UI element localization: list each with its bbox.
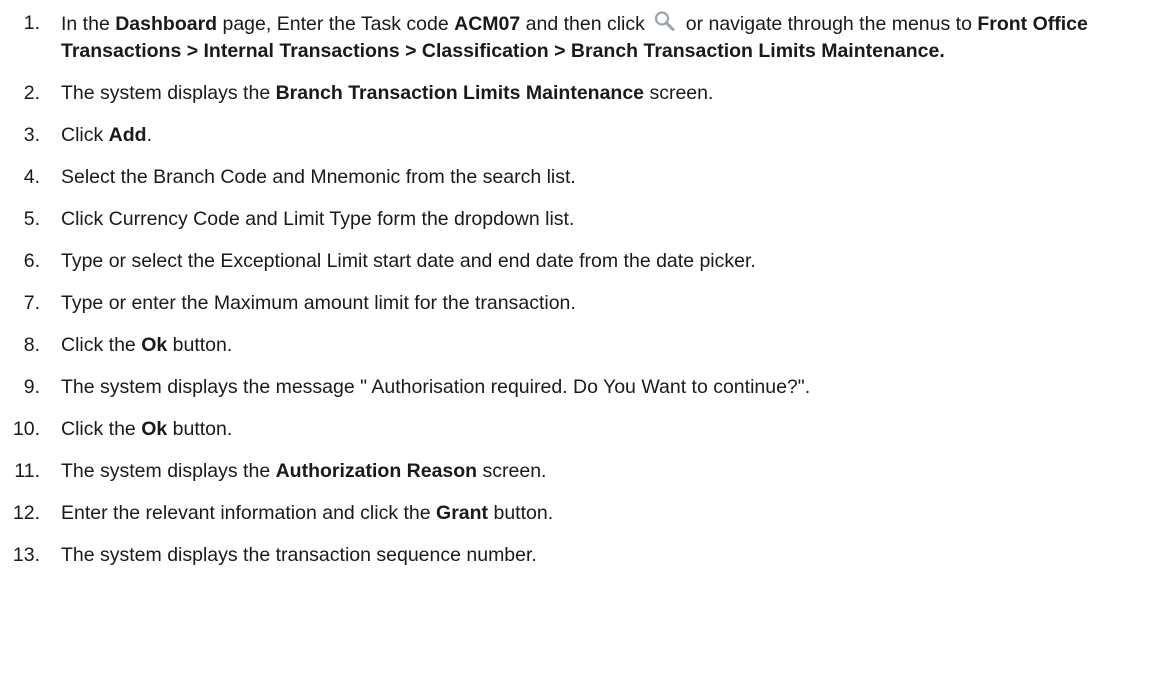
list-item: 9. The system displays the message " Auth… bbox=[0, 374, 1150, 401]
step-text: Enter the relevant information and click… bbox=[61, 502, 553, 524]
list-item: 4. Select the Branch Code and Mnemonic fr… bbox=[0, 164, 1150, 191]
step-text-segment: The system displays the transaction sequ… bbox=[61, 544, 537, 566]
step-text: The system displays the message " Author… bbox=[61, 376, 810, 398]
list-item: 13. The system displays the transaction s… bbox=[0, 542, 1150, 569]
step-number: 12. bbox=[12, 502, 40, 524]
list-item: 5. Click Currency Code and Limit Type for… bbox=[0, 206, 1150, 233]
step-text: Click Add. bbox=[61, 124, 152, 146]
step-number: 6. bbox=[23, 250, 40, 272]
step-number: 9. bbox=[23, 376, 40, 398]
step-text-segment: Click bbox=[61, 124, 109, 146]
step-text: The system displays the Branch Transacti… bbox=[61, 82, 713, 104]
step-text-segment: In the bbox=[61, 13, 116, 35]
step-text-segment: . bbox=[146, 124, 152, 146]
step-text: In the Dashboard page, Enter the Task co… bbox=[61, 11, 1088, 62]
list-item: 6. Type or select the Exceptional Limit s… bbox=[0, 248, 1150, 275]
step-text-segment: Click the bbox=[61, 334, 142, 356]
bold-term: Ok bbox=[141, 418, 168, 440]
step-text: Click the Ok button. bbox=[61, 334, 232, 356]
search-icon bbox=[655, 11, 675, 31]
step-text-segment: Click Currency Code and Limit Type form … bbox=[61, 208, 575, 230]
step-text: Click the Ok button. bbox=[61, 418, 232, 440]
list-item: 12. Enter the relevant information and cl… bbox=[0, 500, 1150, 527]
step-text-segment: screen. bbox=[644, 82, 714, 104]
step-text-segment: button. bbox=[167, 418, 233, 440]
step-number: 11. bbox=[14, 460, 40, 482]
step-text-segment: Type or select the Exceptional Limit sta… bbox=[61, 250, 756, 272]
list-item: 3. Click Add. bbox=[0, 122, 1150, 149]
step-text-segment: and then click bbox=[520, 13, 651, 35]
bold-term: Authorization Reason bbox=[275, 460, 478, 482]
step-number: 7. bbox=[23, 292, 40, 314]
step-text-segment: The system displays the message " Author… bbox=[61, 376, 811, 398]
step-text-segment: Type or enter the Maximum amount limit f… bbox=[61, 292, 576, 314]
step-text-segment: Enter the relevant information and click… bbox=[61, 502, 437, 524]
step-number: 10. bbox=[12, 418, 40, 440]
list-item: 11. The system displays the Authorization… bbox=[0, 458, 1150, 485]
step-text-segment: or navigate through the menus to bbox=[685, 13, 978, 35]
step-text-segment: The system displays the bbox=[61, 82, 276, 104]
bold-term: Add bbox=[108, 124, 147, 146]
step-text-segment: Click the bbox=[61, 418, 142, 440]
step-text: Select the Branch Code and Mnemonic from… bbox=[61, 166, 576, 188]
bold-term: ACM07 bbox=[454, 13, 521, 35]
step-text: Click Currency Code and Limit Type form … bbox=[61, 208, 574, 230]
step-text-segment: The system displays the bbox=[61, 460, 276, 482]
step-text-segment: page, Enter the Task code bbox=[217, 13, 455, 35]
list-item: 10. Click the Ok button. bbox=[0, 416, 1150, 443]
step-text-segment: screen. bbox=[477, 460, 547, 482]
bold-term: Grant bbox=[436, 502, 489, 524]
list-item: 2. The system displays the Branch Transac… bbox=[0, 80, 1150, 107]
step-text-segment: Select the Branch Code and Mnemonic from… bbox=[61, 166, 576, 188]
list-item: 1. In the Dashboard page, Enter the Task … bbox=[0, 10, 1150, 65]
step-text-segment: button. bbox=[167, 334, 233, 356]
bold-term: Branch Transaction Limits Maintenance bbox=[275, 82, 645, 104]
list-item: 7. Type or enter the Maximum amount limit… bbox=[0, 290, 1150, 317]
step-number: 1. bbox=[23, 12, 40, 34]
step-number: 13. bbox=[12, 544, 40, 566]
step-number: 5. bbox=[23, 208, 40, 230]
bold-term: Dashboard bbox=[115, 13, 218, 35]
list-item: 8. Click the Ok button. bbox=[0, 332, 1150, 359]
procedure-steps-list: 1. In the Dashboard page, Enter the Task … bbox=[0, 0, 1150, 569]
step-number: 3. bbox=[23, 124, 40, 146]
step-number: 2. bbox=[23, 82, 40, 104]
bold-term: Ok bbox=[141, 334, 168, 356]
step-text: Type or enter the Maximum amount limit f… bbox=[61, 292, 576, 314]
step-text: Type or select the Exceptional Limit sta… bbox=[61, 250, 756, 272]
step-text-segment: button. bbox=[488, 502, 554, 524]
step-text: The system displays the Authorization Re… bbox=[61, 460, 546, 482]
step-number: 4. bbox=[23, 166, 40, 188]
step-number: 8. bbox=[23, 334, 40, 356]
step-text: The system displays the transaction sequ… bbox=[61, 544, 537, 566]
